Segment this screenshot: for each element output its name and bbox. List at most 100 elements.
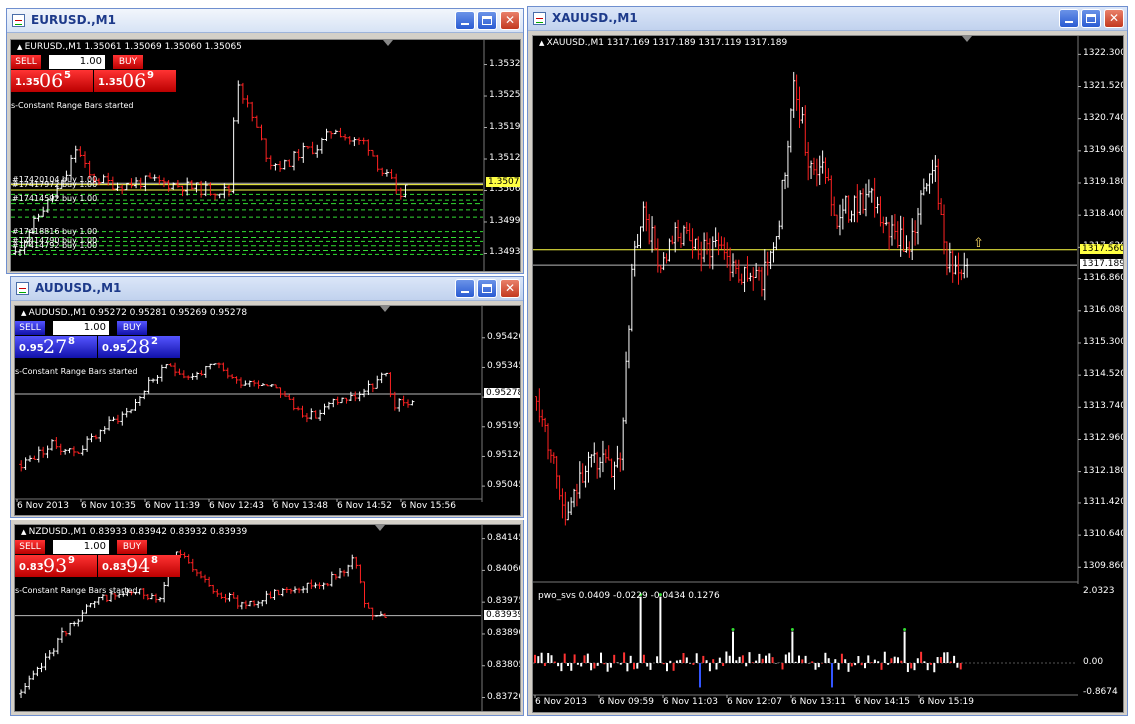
price-bar [844,195,848,214]
eurusd-window[interactable]: EURUSD.,M1 ✕ EURUSD.,M1 1.35061 1.35069 … [6,8,524,274]
price-bar [260,600,265,607]
maximize-button[interactable] [477,11,497,30]
price-bar [919,190,923,225]
price-tick-label: 1319.960 [1083,144,1124,155]
price-bar [23,683,27,694]
buy-button[interactable]: BUY [113,55,143,69]
minimize-button[interactable] [1059,9,1079,28]
price-bar [315,144,320,158]
price-bar [723,237,726,260]
price-bar [326,401,331,410]
price-bar [287,159,292,167]
close-button[interactable]: ✕ [500,279,520,298]
chart-shift-marker[interactable] [962,36,972,42]
price-bar [186,375,191,380]
ask-price-button[interactable]: 1.35 06 9 [94,70,176,92]
price-bar [225,367,230,379]
price-bar [150,593,154,600]
price-bar [322,403,327,415]
price-tick-label: 1309.860 [1083,561,1124,572]
price-bar [370,607,375,621]
price-bar [699,241,703,272]
price-bar [370,383,375,393]
price-bar [555,456,558,489]
maximize-button[interactable] [477,279,497,298]
price-bar [809,160,813,179]
price-bar [39,662,44,673]
minimize-button[interactable] [455,11,475,30]
audusd-window[interactable]: AUDUSD.,M1 ✕ AUDUSD.,M1 0.95272 0.95281 … [10,276,524,518]
lot-size-input[interactable]: 1.00 [49,55,105,69]
buy-button[interactable]: BUY [117,321,147,335]
price-tick-label: 1.35320 [489,58,521,69]
price-bar [775,236,778,251]
price-bar [598,457,602,478]
price-bar [243,380,248,386]
time-tick-label: 6 Nov 13:48 [273,501,328,511]
price-bar [618,452,622,472]
price-bar [380,167,385,177]
maximize-button[interactable] [1081,9,1101,28]
price-bar [71,446,76,457]
price-bar [215,589,220,597]
price-bar [168,363,173,367]
price-tick-label: 1321.520 [1083,80,1124,91]
price-tick-label: 0.83890 [487,627,521,638]
price-bar [561,488,564,519]
price-bar [56,637,60,655]
minimize-button[interactable] [455,279,475,298]
price-bar [247,380,252,388]
price-bar [334,574,338,580]
price-bar [240,601,244,610]
price-bar [590,454,593,468]
ask-price-button[interactable]: 0.83 94 8 [98,555,180,577]
price-tick-label: 1.35125 [489,153,521,163]
price-bar [72,621,77,627]
price-bar [650,216,654,253]
price-bar [627,325,631,369]
price-bar [786,140,790,188]
lot-size-input[interactable]: 1.00 [53,321,109,335]
price-bar [853,195,856,223]
xauusd-price-plot[interactable] [533,36,1124,713]
eurusd-titlebar[interactable]: EURUSD.,M1 ✕ [7,9,523,33]
price-bar [159,364,164,382]
bid-price-button[interactable]: 0.95 27 8 [15,336,97,358]
xauusd-titlebar[interactable]: XAUUSD.,M1 ✕ [528,7,1127,31]
price-tick-label: 1318.400 [1083,209,1124,220]
price-bar [366,380,371,395]
close-button[interactable]: ✕ [1104,9,1124,28]
chart-shift-marker[interactable] [375,525,385,531]
price-bar [60,627,64,643]
buy-button[interactable]: BUY [117,540,147,554]
xauusd-chart[interactable]: XAUUSD.,M1 1317.169 1317.189 1317.119 13… [532,35,1124,713]
audusd-chart[interactable]: AUDUSD.,M1 0.95272 0.95281 0.95269 0.952… [14,305,521,516]
nzdusd-window[interactable]: NZDUSD.,M1 0.83933 0.83942 0.83932 0.839… [10,520,524,716]
price-bar [93,434,98,440]
sell-button[interactable]: SELL [15,540,45,554]
nzdusd-chart[interactable]: NZDUSD.,M1 0.83933 0.83942 0.83932 0.839… [14,524,521,712]
sell-button[interactable]: SELL [15,321,45,335]
audusd-titlebar[interactable]: AUDUSD.,M1 ✕ [11,277,523,301]
indicator-tick-label: -0.8674 [1083,687,1118,698]
bid-price-button[interactable]: 1.35 06 5 [11,70,93,92]
chart-window-icon [533,12,546,25]
price-bar [702,232,706,263]
chart-shift-marker[interactable] [383,40,393,46]
price-bar [746,256,749,282]
close-button[interactable]: ✕ [500,11,520,30]
price-bar [922,178,926,196]
bid-price-button[interactable]: 0.83 93 9 [15,555,97,577]
eurusd-chart[interactable]: EURUSD.,M1 1.35061 1.35069 1.35060 1.350… [10,39,521,272]
ask-price-button[interactable]: 0.95 28 2 [98,336,180,358]
price-bar [43,653,48,671]
chart-shift-marker[interactable] [380,306,390,312]
xauusd-window[interactable]: XAUUSD.,M1 ✕ XAUUSD.,M1 1317.169 1317.18… [527,6,1128,716]
sell-button[interactable]: SELL [11,55,41,69]
lot-size-input[interactable]: 1.00 [53,540,109,554]
price-bar [186,554,191,564]
price-bar [146,377,151,394]
price-bar [305,146,311,150]
audusd-window-title: AUDUSD.,M1 [35,281,122,295]
price-bar [107,416,112,431]
